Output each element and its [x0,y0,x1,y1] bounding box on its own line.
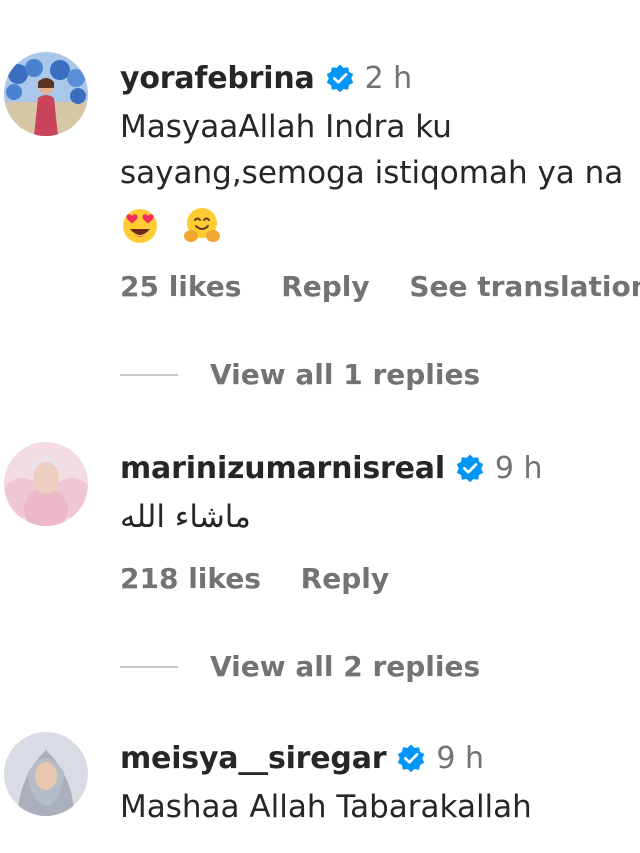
smiling-face-with-heart-eyes-icon [120,205,160,245]
comment-text-line: MasyaaAllah Indra ku [120,109,452,145]
comment-text: Mashaa Allah Tabarakallah [120,789,532,825]
comment-text: ماشاء الله [120,499,251,535]
username[interactable]: yorafebrina [120,61,315,96]
replies-divider [120,373,178,376]
comment-emoji-row [120,196,623,246]
username[interactable]: meisya__siregar [120,741,387,776]
replies-divider [120,665,178,668]
comment-timestamp: 2 h [364,60,413,96]
view-replies-button[interactable]: View all 2 replies [120,650,480,683]
verified-badge-icon [325,63,355,93]
verified-badge-icon [396,743,426,773]
comment-text-line: sayang,semoga istiqomah ya na [120,155,624,191]
likes-count[interactable]: 218 likes [120,562,261,595]
comment-text: MasyaaAllah Indra ku sayang,semoga istiq… [120,104,623,246]
likes-count[interactable]: 25 likes [120,270,241,303]
verified-badge-icon [455,453,485,483]
reply-button[interactable]: Reply [281,270,369,303]
comment-timestamp: 9 h [494,450,543,486]
comment-item: yorafebrina 2 h MasyaaAllah Indra ku say… [0,0,640,430]
avatar[interactable] [4,732,88,816]
comment-actions: 218 likes Reply [120,562,419,595]
comment-timestamp: 9 h [436,740,484,776]
comment-item: marinizumarnisreal 9 h ماشاء الله 218 li… [0,430,640,722]
avatar[interactable] [4,442,88,526]
username[interactable]: marinizumarnisreal [120,451,445,486]
see-translation-button[interactable]: See translation [409,270,640,303]
view-replies-label: View all 2 replies [210,650,481,683]
hugging-face-icon [182,205,222,245]
comment-actions: 25 likes Reply See translation [120,270,640,303]
view-replies-label: View all 1 replies [210,358,481,391]
view-replies-button[interactable]: View all 1 replies [120,358,480,391]
avatar[interactable] [4,52,88,136]
reply-button[interactable]: Reply [301,562,389,595]
comment-item: meisya__siregar 9 h Mashaa Allah Tabarak… [0,722,640,853]
